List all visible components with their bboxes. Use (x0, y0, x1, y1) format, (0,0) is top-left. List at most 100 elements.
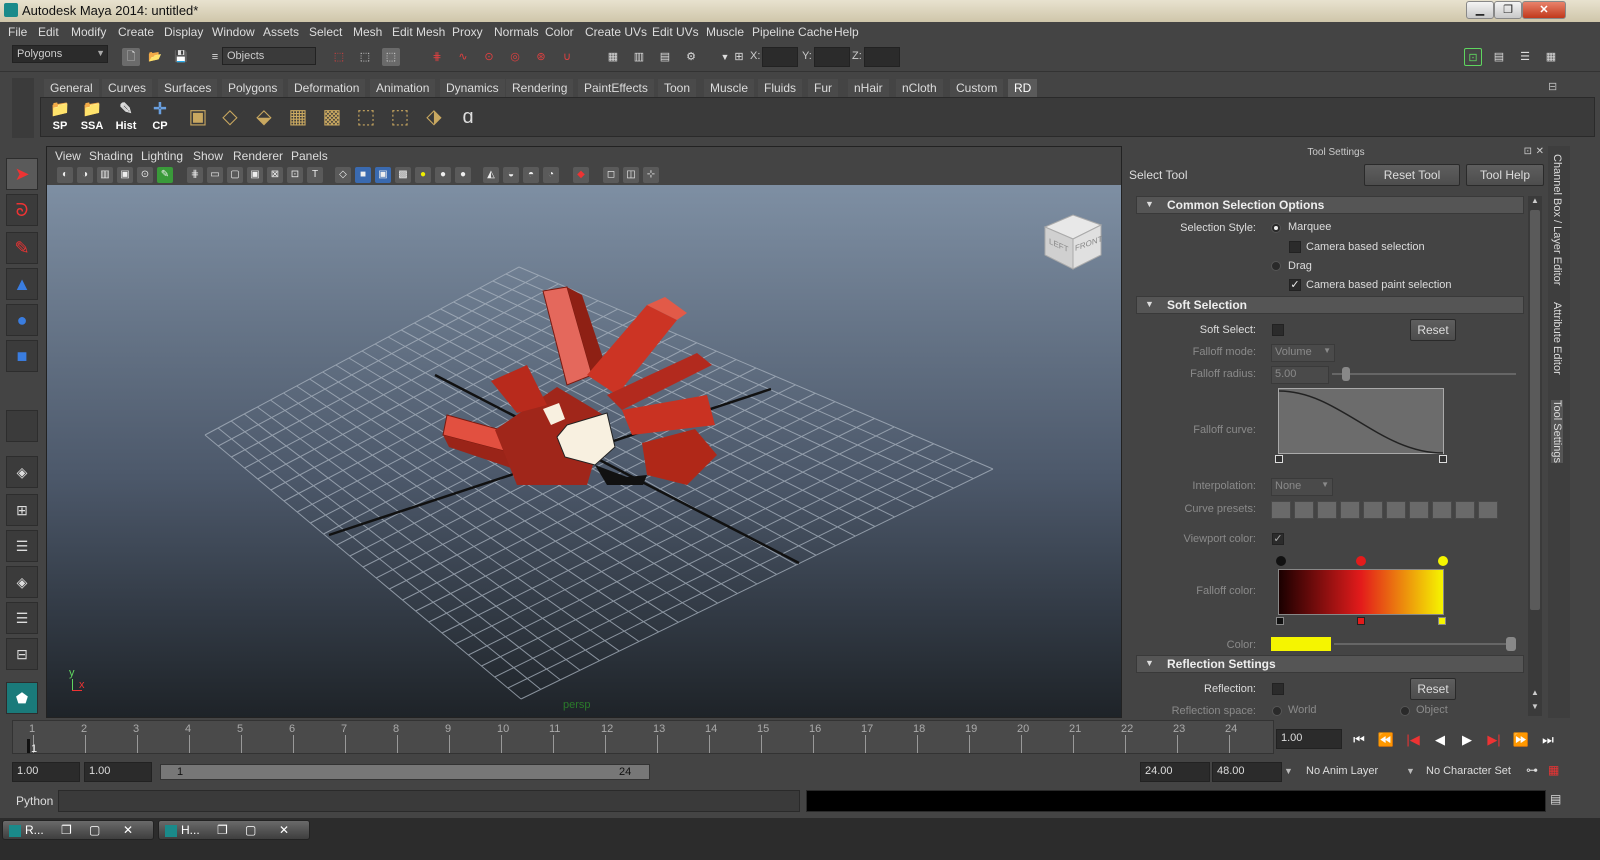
soft-selection-header[interactable]: ▼ Soft Selection (1136, 296, 1524, 314)
scroll-up-icon[interactable]: ▲ (1528, 196, 1542, 208)
reflection-settings-header[interactable]: ▼ Reflection Settings (1136, 655, 1524, 673)
curve-preset-3[interactable] (1317, 501, 1337, 519)
tab-rd[interactable]: RD (1008, 79, 1038, 97)
tab-polygons[interactable]: Polygons (222, 79, 284, 97)
step-back-key-button[interactable]: ⏪ (1377, 731, 1395, 749)
viewcube[interactable]: LEFT FRONT (1039, 207, 1105, 273)
viewport-panel[interactable]: View Shading Lighting Show Renderer Pane… (46, 146, 1122, 718)
snap-point-icon[interactable]: ⊙ (480, 48, 498, 66)
paint-select-tool-icon[interactable]: ✎ (6, 232, 38, 264)
wireframe-icon[interactable]: ◇ (335, 167, 351, 183)
animation-preferences-icon[interactable]: ▦ (1548, 763, 1559, 777)
isolate-select-icon[interactable]: ◭ (483, 167, 499, 183)
chevron-down-icon[interactable]: ▼ (1284, 766, 1293, 776)
menu-mesh[interactable]: Mesh (353, 25, 382, 39)
go-to-start-button[interactable]: ⏮ (1350, 731, 1368, 749)
curve-preset-5[interactable] (1363, 501, 1383, 519)
tab-toon[interactable]: Toon (658, 79, 697, 97)
tab-dynamics[interactable]: Dynamics (440, 79, 505, 97)
shelf-button-hist[interactable]: ✎ Hist (111, 100, 141, 134)
script-editor-icon[interactable]: ▤ (1550, 792, 1561, 806)
scrollbar-thumb[interactable] (1530, 210, 1540, 610)
menu-modify[interactable]: Modify (71, 25, 106, 39)
float-panel-icon[interactable]: ⊡ (1524, 146, 1532, 157)
wireframe-on-shaded-icon[interactable]: ▣ (375, 167, 391, 183)
menu-select[interactable]: Select (309, 25, 342, 39)
scroll-down-icon[interactable]: ▼ (1528, 702, 1542, 714)
lasso-tool-icon[interactable]: ᘐ (6, 194, 38, 226)
auto-key-icon[interactable]: ⊶ (1526, 763, 1538, 777)
rotate-tool-icon[interactable]: ● (6, 304, 38, 336)
camera-attributes-icon[interactable]: ◑ (77, 167, 93, 183)
time-slider[interactable]: 1 2 3 4 5 6 7 8 9 10 11 12 13 14 15 16 17 18 19 20 21 22 23 24 … (12, 720, 1274, 755)
anim-layer-dropdown[interactable]: No Anim Layer (1306, 765, 1378, 777)
magnet-icon[interactable]: ∪ (558, 48, 576, 66)
soft-select-checkbox[interactable] (1272, 324, 1284, 336)
curve-preset-6[interactable] (1386, 501, 1406, 519)
shelf-button-sp[interactable]: 📁 SP (45, 100, 75, 134)
color-key-black[interactable] (1276, 617, 1284, 625)
menu-muscle[interactable]: Muscle (706, 25, 744, 39)
snap-grid-icon[interactable]: ⋕ (428, 48, 446, 66)
tab-fur[interactable]: Fur (808, 79, 838, 97)
shelf-options-icon[interactable]: ⊟ (1548, 80, 1562, 94)
menu-create[interactable]: Create (118, 25, 154, 39)
tab-deformation[interactable]: Deformation (288, 79, 366, 97)
curve-preset-4[interactable] (1340, 501, 1360, 519)
falloff-radius-field[interactable]: 5.00 (1271, 366, 1329, 384)
maximize-icon[interactable]: ▢ (245, 823, 256, 837)
curve-preset-8[interactable] (1432, 501, 1452, 519)
taskbar-window-1[interactable]: R... ❐ ▢ ✕ (2, 820, 154, 840)
camera-based-paint-selection-checkbox[interactable]: ✓ (1289, 279, 1301, 291)
common-selection-options-header[interactable]: ▼ Common Selection Options (1136, 196, 1524, 214)
make-live-icon[interactable]: ⊛ (532, 48, 550, 66)
open-scene-icon[interactable]: 📂 (146, 48, 164, 66)
chevron-down-icon[interactable]: ▼ (1406, 766, 1415, 776)
camera-based-selection-checkbox[interactable] (1289, 241, 1301, 253)
soft-select-reset-button[interactable]: Reset (1410, 319, 1456, 341)
viewport-color-checkbox[interactable]: ✓ (1272, 533, 1284, 545)
color-key-dot-black[interactable] (1276, 556, 1286, 566)
playback-end-field[interactable]: 24.00 (1140, 762, 1210, 782)
select-by-hierarchy-icon[interactable]: ⬚ (330, 48, 348, 66)
character-set-dropdown[interactable]: No Character Set (1426, 765, 1511, 777)
menu-pipeline-cache[interactable]: Pipeline Cache (752, 25, 833, 39)
poly-plane-tool-icon[interactable]: ◇ (217, 104, 243, 130)
close-button[interactable]: ✕ (1522, 1, 1566, 19)
viewport-menu-view[interactable]: View (55, 149, 81, 163)
close-icon[interactable]: ✕ (279, 823, 289, 837)
close-icon[interactable]: ✕ (123, 823, 133, 837)
shelf-button-cp[interactable]: ✛ CP (145, 100, 175, 134)
animation-end-field[interactable]: 48.00 (1212, 762, 1282, 782)
four-view-layout-icon[interactable]: ⊞ (6, 494, 38, 526)
curve-preset-2[interactable] (1294, 501, 1314, 519)
select-camera-icon[interactable]: ◐ (57, 167, 73, 183)
color-swatch[interactable] (1271, 637, 1331, 651)
viewport-menu-shading[interactable]: Shading (89, 149, 133, 163)
taskbar-window-2[interactable]: H... ❐ ▢ ✕ (158, 820, 310, 840)
minimize-button[interactable]: ▁ (1466, 1, 1494, 19)
move-tool-icon[interactable]: ▲ (6, 268, 38, 300)
shadows-icon[interactable]: ● (455, 167, 471, 183)
shelf-button-ssa[interactable]: 📁 SSA (77, 100, 107, 134)
menu-edit-uvs[interactable]: Edit UVs (652, 25, 699, 39)
play-forwards-button[interactable]: ▶ (1458, 731, 1476, 749)
field-chart-icon[interactable]: ⊠ (267, 167, 283, 183)
outliner-graph-layout-icon[interactable]: ⊟ (6, 638, 38, 670)
menu-window[interactable]: Window (212, 25, 255, 39)
select-tool-icon[interactable]: ➤ (6, 158, 38, 190)
playback-start-field[interactable]: 1.00 (84, 762, 152, 782)
xray-icon[interactable]: ◒ (503, 167, 519, 183)
image-plane-icon[interactable]: ▣ (117, 167, 133, 183)
curve-key-end[interactable] (1439, 455, 1447, 463)
falloff-mode-dropdown[interactable]: Volume ▼ (1271, 344, 1335, 362)
menu-assets[interactable]: Assets (263, 25, 299, 39)
film-gate-icon[interactable]: ▭ (207, 167, 223, 183)
grid-icon[interactable]: ⋕ (187, 167, 203, 183)
tab-animation[interactable]: Animation (370, 79, 436, 97)
command-language-toggle[interactable]: Python (16, 794, 53, 808)
snap-view-plane-icon[interactable]: ◎ (506, 48, 524, 66)
menu-edit-mesh[interactable]: Edit Mesh (392, 25, 445, 39)
restore-icon[interactable]: ❐ (217, 823, 228, 837)
menu-set-dropdown[interactable]: Polygons ▼ (12, 45, 108, 63)
